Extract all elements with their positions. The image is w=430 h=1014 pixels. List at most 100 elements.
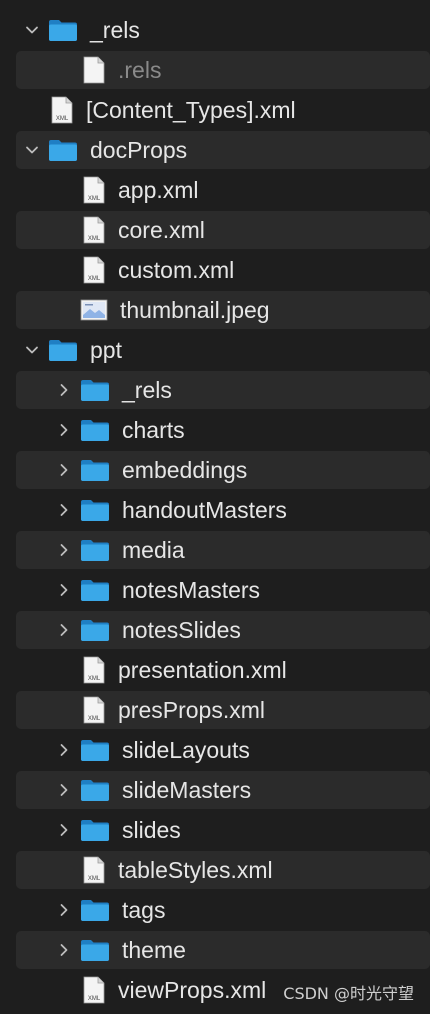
chevron-down-icon[interactable]	[24, 342, 40, 358]
folder-icon	[80, 938, 110, 962]
chevron-right-icon[interactable]	[56, 622, 72, 638]
xml-file-icon: XML	[82, 176, 106, 204]
item-label: notesSlides	[122, 616, 241, 643]
item-label: thumbnail.jpeg	[120, 296, 270, 323]
svg-text:XML: XML	[88, 996, 101, 1002]
xml-file-icon: XML	[82, 696, 106, 724]
item-label: handoutMasters	[122, 496, 287, 523]
xml-file-icon: XML	[82, 256, 106, 284]
folder-icon	[80, 618, 110, 642]
folder-row[interactable]: slideLayouts	[0, 730, 430, 770]
folder-icon	[80, 738, 110, 762]
folder-row[interactable]: handoutMasters	[0, 490, 430, 530]
folder-icon	[80, 498, 110, 522]
chevron-down-icon[interactable]	[24, 22, 40, 38]
folder-icon	[80, 538, 110, 562]
folder-icon	[48, 18, 78, 42]
item-label: ppt	[90, 336, 122, 363]
folder-row[interactable]: _rels	[0, 10, 430, 50]
item-label: slideMasters	[122, 776, 252, 803]
folder-row[interactable]: slideMasters	[0, 770, 430, 810]
item-label: embeddings	[122, 456, 248, 483]
chevron-right-icon[interactable]	[56, 462, 72, 478]
xml-file-icon: XML	[82, 976, 106, 1004]
item-label: .rels	[118, 56, 162, 83]
svg-text:XML: XML	[56, 116, 69, 122]
chevron-right-icon[interactable]	[56, 742, 72, 758]
svg-text:XML: XML	[88, 876, 101, 882]
chevron-right-icon[interactable]	[56, 582, 72, 598]
file-row[interactable]: XML app.xml	[0, 170, 430, 210]
file-row[interactable]: .rels	[0, 50, 430, 90]
xml-file-icon: XML	[82, 656, 106, 684]
file-row[interactable]: XML [Content_Types].xml	[0, 90, 430, 130]
file-row[interactable]: XML tableStyles.xml	[0, 850, 430, 890]
file-tree: _rels .rels XML [Content_Types].xml docProps…	[0, 10, 430, 1010]
chevron-right-icon[interactable]	[56, 542, 72, 558]
folder-row[interactable]: ppt	[0, 330, 430, 370]
xml-file-icon: XML	[82, 856, 106, 884]
folder-row[interactable]: notesMasters	[0, 570, 430, 610]
svg-text:XML: XML	[88, 676, 101, 682]
item-label: presProps.xml	[118, 696, 265, 723]
folder-row[interactable]: embeddings	[0, 450, 430, 490]
folder-icon	[80, 898, 110, 922]
item-label: charts	[122, 416, 185, 443]
file-row[interactable]: XML core.xml	[0, 210, 430, 250]
item-label: core.xml	[118, 216, 205, 243]
folder-icon	[80, 418, 110, 442]
folder-row[interactable]: _rels	[0, 370, 430, 410]
item-label: tags	[122, 896, 166, 923]
item-label: slideLayouts	[122, 736, 250, 763]
item-label: custom.xml	[118, 256, 235, 283]
svg-text:XML: XML	[88, 236, 101, 242]
folder-row[interactable]: slides	[0, 810, 430, 850]
folder-row[interactable]: notesSlides	[0, 610, 430, 650]
file-row[interactable]: XML presentation.xml	[0, 650, 430, 690]
svg-text:XML: XML	[88, 716, 101, 722]
folder-row[interactable]: docProps	[0, 130, 430, 170]
chevron-down-icon[interactable]	[24, 142, 40, 158]
folder-icon	[48, 138, 78, 162]
item-label: tableStyles.xml	[118, 856, 273, 883]
chevron-right-icon[interactable]	[56, 782, 72, 798]
item-label: media	[122, 536, 185, 563]
chevron-right-icon[interactable]	[56, 382, 72, 398]
xml-file-icon: XML	[50, 96, 74, 124]
folder-icon	[80, 378, 110, 402]
file-row[interactable]: XML custom.xml	[0, 250, 430, 290]
chevron-right-icon[interactable]	[56, 502, 72, 518]
chevron-right-icon[interactable]	[56, 822, 72, 838]
item-label: docProps	[90, 136, 188, 163]
folder-icon	[80, 458, 110, 482]
folder-row[interactable]: charts	[0, 410, 430, 450]
folder-row[interactable]: media	[0, 530, 430, 570]
chevron-right-icon[interactable]	[56, 942, 72, 958]
chevron-right-icon[interactable]	[56, 902, 72, 918]
folder-icon	[80, 578, 110, 602]
item-label: presentation.xml	[118, 656, 287, 683]
folder-row[interactable]: tags	[0, 890, 430, 930]
file-row[interactable]: thumbnail.jpeg	[0, 290, 430, 330]
chevron-right-icon[interactable]	[56, 422, 72, 438]
file-row[interactable]: XML presProps.xml	[0, 690, 430, 730]
watermark: CSDN @时光守望	[283, 984, 414, 1003]
item-label: slides	[122, 816, 181, 843]
folder-row[interactable]: theme	[0, 930, 430, 970]
item-label: theme	[122, 936, 186, 963]
item-label: app.xml	[118, 176, 199, 203]
xml-file-icon: XML	[82, 216, 106, 244]
item-label: _rels	[122, 376, 172, 403]
folder-icon	[48, 338, 78, 362]
image-file-icon	[80, 299, 108, 321]
